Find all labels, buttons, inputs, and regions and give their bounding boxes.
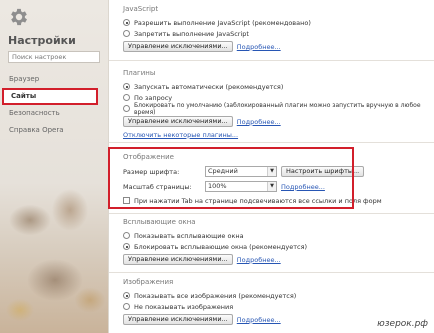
watermark: юзерок.рф xyxy=(377,319,428,329)
font-size-select[interactable]: Средний ▼ xyxy=(205,166,277,177)
radio-button[interactable] xyxy=(123,292,130,299)
section-title: Плагины xyxy=(123,69,156,77)
popups-section: Всплывающие окна Показывать всплывающие … xyxy=(123,218,423,265)
page-title: Настройки xyxy=(8,34,76,47)
js-block-option[interactable]: Запретить выполнение JavaScript xyxy=(123,28,423,39)
radio-button[interactable] xyxy=(123,30,130,37)
images-exceptions-button[interactable]: Управление исключениями... xyxy=(123,314,233,325)
section-title: Изображения xyxy=(123,278,174,286)
section-title: Всплывающие окна xyxy=(123,218,196,226)
sidebar-item-sites[interactable]: Сайты xyxy=(2,88,98,105)
images-show-option[interactable]: Показывать все изображения (рекомендуетс… xyxy=(123,290,423,301)
popups-exceptions-button[interactable]: Управление исключениями... xyxy=(123,254,233,265)
plugins-block-option[interactable]: Блокировать по умолчанию (заблокированны… xyxy=(123,102,423,116)
section-title: JavaScript xyxy=(123,5,159,13)
radio-button[interactable] xyxy=(123,243,130,250)
plugins-section: Плагины Запускать автоматически (рекомен… xyxy=(123,69,423,140)
tab-highlight-option[interactable]: При нажатии Tab на странице подсвечивают… xyxy=(123,195,423,206)
zoom-more-link[interactable]: Подробнее... xyxy=(281,183,325,191)
divider xyxy=(109,272,434,273)
zoom-select[interactable]: 100% ▼ xyxy=(205,181,277,192)
settings-pane: JavaScript Разрешить выполнение JavaScri… xyxy=(108,0,434,333)
popups-block-option[interactable]: Блокировать всплывающие окна (рекомендуе… xyxy=(123,241,423,252)
radio-button[interactable] xyxy=(123,94,130,101)
popups-show-option[interactable]: Показывать всплывающие окна xyxy=(123,230,423,241)
divider xyxy=(109,142,434,143)
radio-button[interactable] xyxy=(123,232,130,239)
radio-button[interactable] xyxy=(123,303,130,310)
display-section: Отображение Размер шрифта: Средний ▼ Нас… xyxy=(123,153,423,206)
divider xyxy=(109,60,434,61)
disable-plugins-link[interactable]: Отключить некоторые плагины... xyxy=(123,131,238,139)
radio-button[interactable] xyxy=(123,83,130,90)
images-section: Изображения Показывать все изображения (… xyxy=(123,278,423,325)
sidebar-item-security[interactable]: Безопасность xyxy=(0,105,108,122)
sidebar-nav: Браузер Сайты Безопасность Справка Opera xyxy=(0,71,108,139)
images-hide-option[interactable]: Не показывать изображения xyxy=(123,301,423,312)
configure-fonts-button[interactable]: Настроить шрифты... xyxy=(281,166,365,177)
js-allow-option[interactable]: Разрешить выполнение JavaScript (рекомен… xyxy=(123,17,423,28)
cat-background-image xyxy=(0,150,108,333)
gear-icon xyxy=(11,8,27,26)
popups-more-link[interactable]: Подробнее... xyxy=(237,256,281,264)
sidebar-item-help[interactable]: Справка Opera xyxy=(0,122,108,139)
zoom-label: Масштаб страницы: xyxy=(123,182,192,191)
images-more-link[interactable]: Подробнее... xyxy=(237,316,281,324)
plugins-exceptions-button[interactable]: Управление исключениями... xyxy=(123,116,233,127)
search-input[interactable] xyxy=(8,51,100,63)
font-size-label: Размер шрифта: xyxy=(123,167,180,176)
chevron-down-icon: ▼ xyxy=(267,167,276,176)
divider xyxy=(109,213,434,214)
checkbox[interactable] xyxy=(123,197,130,204)
radio-button[interactable] xyxy=(123,105,130,112)
section-title: Отображение xyxy=(123,153,174,161)
chevron-down-icon: ▼ xyxy=(267,182,276,191)
plugins-more-link[interactable]: Подробнее... xyxy=(237,118,281,126)
plugins-auto-option[interactable]: Запускать автоматически (рекомендуется) xyxy=(123,81,423,92)
javascript-section: JavaScript Разрешить выполнение JavaScri… xyxy=(123,5,423,52)
js-exceptions-button[interactable]: Управление исключениями... xyxy=(123,41,233,52)
sidebar: Настройки Браузер Сайты Безопасность Спр… xyxy=(0,0,108,333)
sidebar-item-browser[interactable]: Браузер xyxy=(0,71,108,88)
js-more-link[interactable]: Подробнее... xyxy=(237,43,281,51)
radio-button[interactable] xyxy=(123,19,130,26)
